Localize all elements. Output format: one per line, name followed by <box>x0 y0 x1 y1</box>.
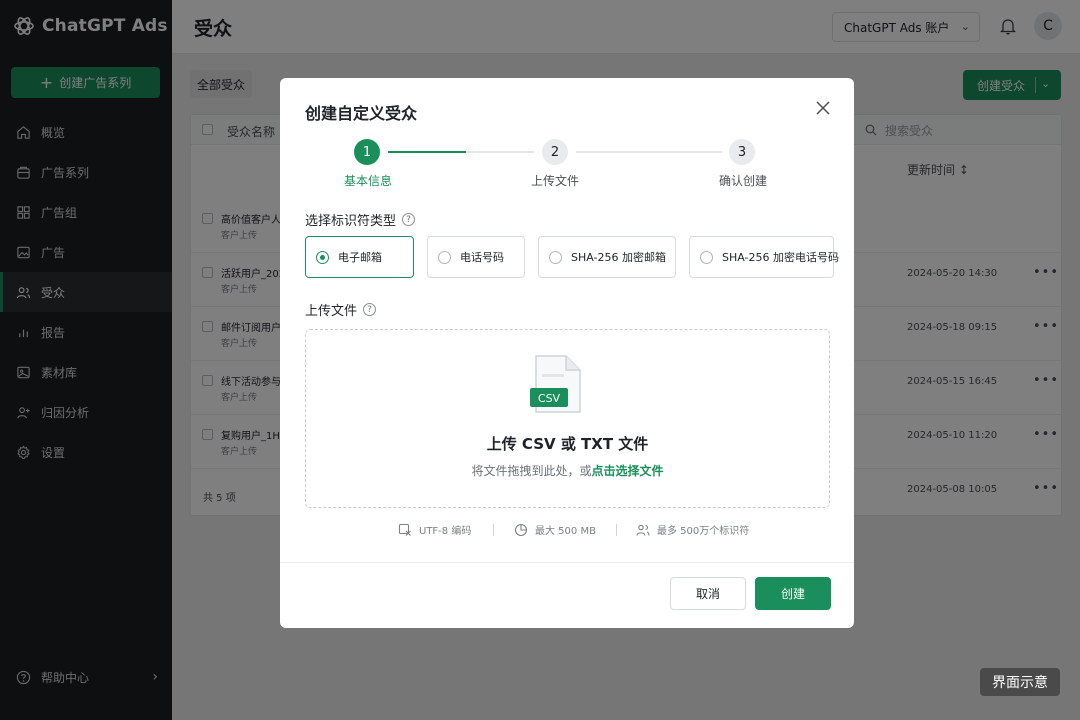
pie-icon <box>514 523 528 536</box>
create-button[interactable]: 创建 <box>755 577 831 610</box>
radio-icon <box>438 250 451 264</box>
dropzone-hint: 将文件拖拽到此处，或点击选择文件 <box>306 462 829 479</box>
option-phone[interactable]: 电话号码 <box>427 236 525 278</box>
option-label: 电子邮箱 <box>338 251 382 264</box>
identifier-type-label: 选择标识符类型 ? <box>305 210 416 229</box>
meta-max-ids: 最多 500万个标识符 <box>636 522 749 537</box>
step-1-label: 基本信息 <box>344 174 393 188</box>
meta-max-size: 最大 500 MB <box>514 522 596 537</box>
cancel-button[interactable]: 取消 <box>670 577 746 610</box>
create-audience-dialog: 创建自定义受众 1 基本信息 2 上传文件 3 确认创建 选择标识符类型 ? 电… <box>280 78 854 628</box>
step-3-indicator: 3 <box>729 139 755 165</box>
meta-divider <box>493 524 494 536</box>
step-3-label: 确认创建 <box>719 174 768 188</box>
meta-divider <box>616 524 617 536</box>
question-icon[interactable]: ? <box>402 213 416 226</box>
step-2-label: 上传文件 <box>531 174 580 188</box>
dropzone-hint-text: 将文件拖拽到此处，或 <box>471 464 592 478</box>
step-progress <box>388 151 466 153</box>
meta-max-ids-text: 最多 500万个标识符 <box>657 526 750 537</box>
choose-file-link[interactable]: 点击选择文件 <box>592 464 664 478</box>
step-connector <box>576 151 722 153</box>
upload-file-label: 上传文件 ? <box>305 300 377 319</box>
option-sha256-phone[interactable]: SHA-256 加密电话号码 <box>689 236 839 278</box>
identifier-type-text: 选择标识符类型 <box>305 214 397 229</box>
csv-tag: CSV <box>538 392 561 405</box>
encoding-icon <box>398 523 411 536</box>
users-icon <box>636 524 650 536</box>
csv-file-icon: CSV <box>530 355 581 413</box>
radio-icon <box>549 250 562 264</box>
radio-icon <box>700 250 713 264</box>
step-1-indicator: 1 <box>354 139 380 165</box>
meta-encoding-text: UTF-8 编码 <box>419 526 472 537</box>
question-icon[interactable]: ? <box>363 303 377 316</box>
footer-divider <box>280 562 854 563</box>
file-dropzone[interactable]: CSV 上传 CSV 或 TXT 文件 将文件拖拽到此处，或点击选择文件 <box>305 329 830 508</box>
step-connector <box>388 151 534 153</box>
option-email[interactable]: 电子邮箱 <box>305 236 414 278</box>
meta-encoding: UTF-8 编码 <box>398 522 471 537</box>
dropzone-title: 上传 CSV 或 TXT 文件 <box>486 435 649 453</box>
dialog-title: 创建自定义受众 <box>305 104 418 123</box>
demo-badge: 界面示意 <box>980 668 1060 696</box>
option-label: SHA-256 加密邮箱 <box>571 251 666 264</box>
upload-file-text: 上传文件 <box>305 304 358 319</box>
radio-icon <box>316 250 329 264</box>
step-2-indicator: 2 <box>542 139 568 165</box>
option-label: 电话号码 <box>460 251 504 264</box>
option-label: SHA-256 加密电话号码 <box>722 251 839 264</box>
close-icon[interactable] <box>815 100 831 116</box>
option-sha256-email[interactable]: SHA-256 加密邮箱 <box>538 236 676 278</box>
meta-max-size-text: 最大 500 MB <box>535 526 596 537</box>
